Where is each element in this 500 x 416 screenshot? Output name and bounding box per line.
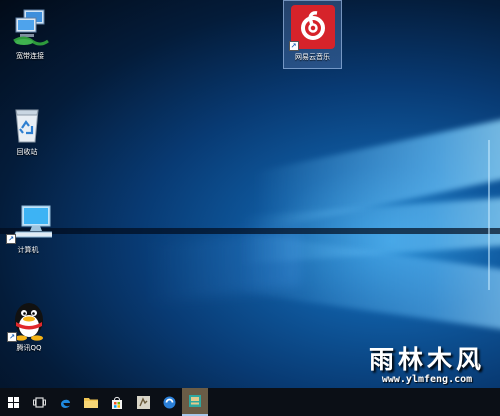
icon-label: 宽带连接 [16, 52, 44, 60]
watermark-url: www.ylmfeng.com [381, 374, 473, 385]
desktop-icon-netease-music[interactable]: ↗ 网易云音乐 [283, 0, 342, 69]
store-icon [112, 396, 122, 409]
desktop-icon-computer[interactable]: ↗ 计算机 [0, 202, 58, 255]
watermark-title: 雨林木风 [368, 345, 485, 374]
qq-penguin-icon: ↗ [7, 300, 49, 342]
window-frame [488, 140, 490, 290]
taskbar-app-button[interactable] [130, 388, 156, 416]
light-beam [240, 232, 500, 338]
netease-music-icon: ↗ [288, 5, 335, 51]
desktop-icon-broadband[interactable]: 宽带连接 [0, 8, 60, 61]
icon-label: 计算机 [17, 246, 39, 254]
task-view-icon [32, 396, 46, 408]
icon-label: 腾讯QQ [16, 344, 42, 352]
shortcut-arrow-icon: ↗ [7, 332, 17, 342]
file-explorer-icon [84, 398, 98, 408]
start-icon [7, 396, 19, 408]
browser-icon [163, 396, 175, 408]
shortcut-arrow-icon: ↗ [6, 234, 16, 244]
taskbar [0, 388, 500, 416]
icon-label: 网易云音乐 [295, 53, 330, 61]
light-beam [150, 227, 300, 303]
store-button[interactable] [104, 388, 130, 416]
edge-button[interactable] [52, 388, 78, 416]
recycle-bin-icon [7, 104, 47, 144]
start-button[interactable] [0, 388, 26, 416]
wallpaper-horizon [0, 228, 500, 234]
desktop-icon-recycle-bin[interactable]: 回收站 [0, 104, 57, 157]
shortcut-arrow-icon: ↗ [288, 41, 299, 51]
media-player-icon [189, 395, 201, 407]
icon-label: 回收站 [16, 148, 38, 156]
edge-icon [60, 399, 70, 408]
light-beam [255, 108, 500, 232]
browser-button[interactable] [156, 388, 182, 416]
desktop-icon-qq[interactable]: ↗ 腾讯QQ [0, 300, 59, 353]
computer-icon: ↗ [6, 202, 55, 244]
file-explorer-button[interactable] [78, 388, 104, 416]
watermark: 雨林木风 www.ylmfeng.com [357, 345, 497, 386]
network-icon [10, 8, 50, 48]
media-player-button[interactable] [182, 388, 208, 416]
app-icon [136, 395, 150, 409]
desktop: 宽带连接 回收站 ↗ 计算机 ↗ 腾讯QQ ↗ 网易云音乐 雨林木风 www.y… [0, 0, 500, 416]
task-view-button[interactable] [26, 388, 52, 416]
